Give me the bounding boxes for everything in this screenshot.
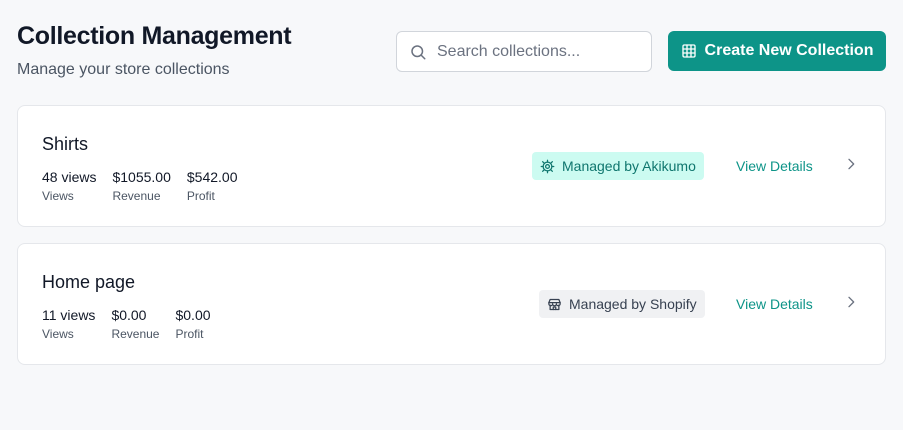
views-value: 11 views [42, 307, 96, 323]
managed-by-badge: Managed by Akikumo [532, 152, 704, 180]
revenue-stat: $1055.00 Revenue [112, 169, 170, 203]
managed-by-badge: Managed by Shopify [539, 290, 705, 318]
revenue-stat: $0.00 Revenue [111, 307, 159, 341]
collection-stats: 48 views Views $1055.00 Revenue $542.00 … [42, 169, 253, 203]
page-subtitle: Manage your store collections [17, 61, 230, 78]
revenue-value: $1055.00 [112, 169, 171, 185]
revenue-value: $0.00 [111, 307, 147, 323]
view-details-link[interactable]: View Details [736, 158, 813, 174]
views-stat: 11 views Views [42, 307, 95, 341]
views-value: 48 views [42, 169, 97, 185]
collection-name: Shirts [42, 134, 89, 154]
gear-icon [540, 159, 555, 173]
revenue-label: Revenue [112, 189, 161, 203]
search-input[interactable] [437, 42, 637, 61]
profit-label: Profit [186, 189, 215, 203]
collection-name: Home page [42, 272, 136, 292]
collection-stats: 11 views Views $0.00 Revenue $0.00 Profi… [42, 307, 227, 341]
profit-stat: $0.00 Profit [175, 307, 210, 341]
collection-card-home-page[interactable]: Home page 11 views Views $0.00 Revenue $… [17, 243, 886, 365]
profit-value: $0.00 [175, 307, 211, 323]
store-icon [548, 298, 561, 310]
profit-stat: $542.00 Profit [187, 169, 238, 203]
profit-value: $542.00 [186, 169, 238, 185]
managed-by-label: Managed by Shopify [569, 296, 697, 312]
page-header: Collection Management Manage your store … [17, 22, 292, 79]
search-icon [411, 44, 426, 59]
collection-card-shirts[interactable]: Shirts 48 views Views $1055.00 Revenue $… [17, 105, 886, 227]
views-label: Views [42, 189, 74, 203]
managed-by-label: Managed by Akikumo [562, 158, 696, 174]
view-details-link[interactable]: View Details [736, 296, 813, 312]
create-collection-button[interactable]: Create New Collection [668, 31, 886, 71]
chevron-right-icon[interactable] [843, 156, 859, 172]
views-label: Views [42, 327, 74, 341]
search-box[interactable] [396, 31, 652, 72]
views-stat: 48 views Views [42, 169, 96, 203]
grid-table-icon [681, 44, 696, 58]
chevron-right-icon[interactable] [843, 294, 859, 310]
page-title: Collection Management [17, 22, 292, 50]
create-collection-label: Create New Collection [704, 42, 874, 59]
profit-label: Profit [175, 327, 204, 341]
revenue-label: Revenue [111, 327, 160, 341]
